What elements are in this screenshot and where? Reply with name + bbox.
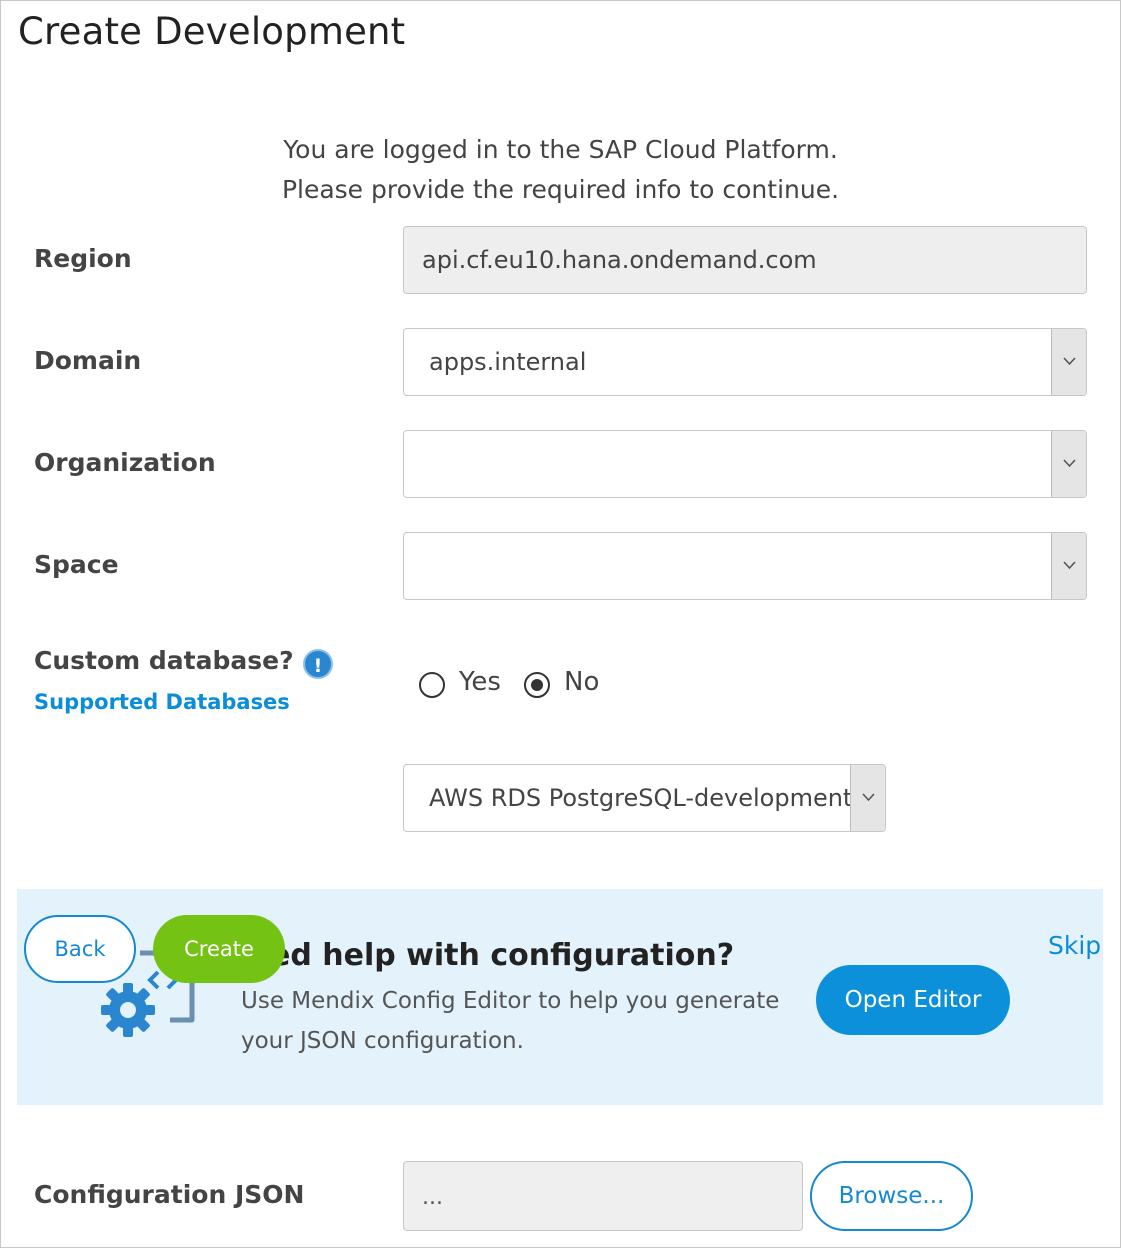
domain-value: apps.internal: [429, 348, 587, 376]
chevron-down-icon[interactable]: [1051, 533, 1086, 599]
banner-title: ed help with configuration?: [270, 938, 735, 973]
region-label: Region: [34, 244, 132, 273]
intro-text: You are logged in to the SAP Cloud Platf…: [0, 130, 1121, 210]
region-field: api.cf.eu10.hana.ondemand.com: [403, 226, 1087, 294]
space-select[interactable]: [403, 532, 1087, 600]
domain-select[interactable]: apps.internal: [403, 328, 1087, 396]
chevron-down-icon[interactable]: [850, 765, 885, 831]
skip-link[interactable]: Skip: [1048, 931, 1101, 960]
organization-label: Organization: [34, 448, 216, 477]
back-button[interactable]: Back: [24, 915, 136, 983]
organization-select[interactable]: [403, 430, 1087, 498]
browse-button[interactable]: Browse...: [810, 1161, 973, 1231]
radio-no[interactable]: [524, 672, 550, 698]
chevron-down-icon[interactable]: [1051, 431, 1086, 497]
intro-line-1: You are logged in to the SAP Cloud Platf…: [283, 135, 838, 164]
radio-yes[interactable]: [419, 672, 445, 698]
database-plan-value: AWS RDS PostgreSQL-development: [429, 784, 851, 812]
configuration-json-field[interactable]: ...: [403, 1161, 803, 1231]
open-editor-button[interactable]: Open Editor: [816, 965, 1010, 1035]
database-plan-select[interactable]: AWS RDS PostgreSQL-development: [403, 764, 886, 832]
configuration-json-value: ...: [422, 1185, 443, 1210]
radio-yes-label: Yes: [459, 667, 501, 697]
supported-databases-link[interactable]: Supported Databases: [34, 690, 290, 714]
intro-line-2: Please provide the required info to cont…: [281, 175, 840, 204]
configuration-json-label: Configuration JSON: [34, 1180, 305, 1209]
chevron-down-icon[interactable]: [1051, 329, 1086, 395]
create-button[interactable]: Create: [153, 915, 285, 983]
space-label: Space: [34, 550, 119, 579]
custom-database-label: Custom database?: [34, 646, 294, 675]
banner-text: Use Mendix Config Editor to help you gen…: [241, 988, 780, 1054]
domain-label: Domain: [34, 346, 142, 375]
exclamation-info-icon[interactable]: !: [303, 649, 333, 679]
page-title: Create Development: [18, 10, 406, 53]
radio-no-label: No: [564, 667, 600, 697]
region-value: api.cf.eu10.hana.ondemand.com: [422, 246, 817, 274]
